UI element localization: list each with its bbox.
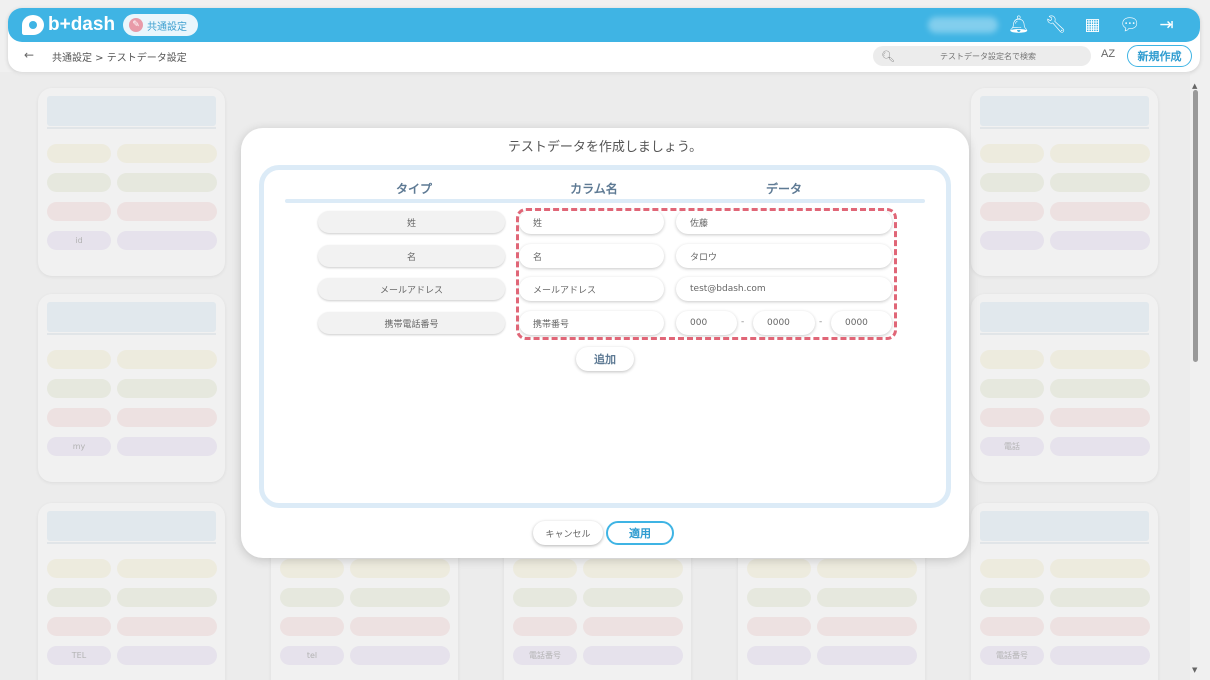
test-data-panel: タイプ カラム名 データ 姓 姓 佐藤 名 名 タロウ メールアドレス メールア… — [259, 165, 951, 508]
header-icons: 🔔︎ 🔧︎ ▦ 💬︎ ⇥ — [1008, 13, 1177, 37]
test-data-modal: テストデータを作成しましょう。 タイプ カラム名 データ 姓 姓 佐藤 名 名 … — [241, 128, 969, 558]
apply-button[interactable]: 適用 — [606, 521, 674, 545]
back-arrow-icon[interactable]: ← — [24, 48, 34, 62]
phone-input-part-2[interactable]: 0000 — [753, 311, 815, 335]
sort-az-icon[interactable]: AZ — [1101, 48, 1115, 60]
type-select-last-name[interactable]: 姓 — [318, 211, 505, 233]
column-name-input-mobile[interactable]: 携帯番号 — [519, 311, 664, 335]
scroll-thumb[interactable] — [1193, 90, 1198, 362]
data-input-last-name[interactable]: 佐藤 — [676, 210, 892, 234]
phone-separator: - — [741, 317, 745, 327]
column-name-input-first-name[interactable]: 名 — [519, 244, 664, 268]
data-input-first-name[interactable]: タロウ — [676, 244, 892, 268]
grid-icon[interactable]: ▦ — [1082, 13, 1103, 37]
breadcrumb: 共通設定 > テストデータ設定 — [52, 53, 187, 64]
add-row-button[interactable]: 追加 — [576, 347, 634, 371]
scroll-down-icon[interactable]: ▼ — [1192, 666, 1197, 674]
type-select-first-name[interactable]: 名 — [318, 245, 505, 267]
phone-separator: - — [819, 317, 823, 327]
user-name-blurred — [928, 17, 998, 33]
data-input-email[interactable]: test@bdash.com — [676, 277, 892, 301]
scroll-up-icon[interactable]: ▲ — [1192, 82, 1197, 90]
header-bar: b+dash ✎ 共通設定 🔔︎ 🔧︎ ▦ 💬︎ ⇥ — [8, 8, 1200, 42]
phone-input-part-1[interactable]: 000 — [676, 311, 737, 335]
column-header-column-name: カラム名 — [570, 182, 618, 196]
modal-title: テストデータを作成しましょう。 — [507, 140, 703, 155]
column-header-data: データ — [765, 182, 802, 196]
logout-icon[interactable]: ⇥ — [1156, 13, 1177, 37]
bell-icon[interactable]: 🔔︎ — [1008, 13, 1030, 37]
column-name-input-last-name[interactable]: 姓 — [519, 210, 664, 234]
column-header-type: タイプ — [395, 182, 432, 196]
header-divider — [285, 199, 925, 203]
type-select-mobile[interactable]: 携帯電話番号 — [318, 312, 505, 334]
column-name-input-email[interactable]: メールアドレス — [519, 277, 664, 301]
search-icon: 🔍︎ — [881, 49, 895, 63]
settings-icon: ✎ — [129, 18, 143, 32]
phone-input-part-3[interactable]: 0000 — [831, 311, 892, 335]
type-select-email[interactable]: メールアドレス — [318, 278, 505, 300]
chat-icon[interactable]: 💬︎ — [1119, 13, 1141, 37]
search-input[interactable] — [902, 51, 1073, 61]
scrollbar[interactable]: ▲ ▼ — [1192, 82, 1200, 680]
cancel-button[interactable]: キャンセル — [533, 521, 603, 545]
new-create-button[interactable]: 新規作成 — [1127, 45, 1192, 67]
wrench-icon[interactable]: 🔧︎ — [1045, 13, 1067, 37]
logo[interactable]: b+dash — [22, 14, 115, 36]
search-box: 🔍︎ — [873, 46, 1091, 66]
common-settings-chip[interactable]: ✎ 共通設定 — [123, 14, 198, 36]
chip-label: 共通設定 — [147, 21, 187, 33]
top-bar: b+dash ✎ 共通設定 🔔︎ 🔧︎ ▦ 💬︎ ⇥ ← 共通設定 > テストデ… — [8, 8, 1200, 72]
logo-text: b+dash — [48, 14, 116, 35]
logo-bubble-icon — [22, 15, 44, 35]
